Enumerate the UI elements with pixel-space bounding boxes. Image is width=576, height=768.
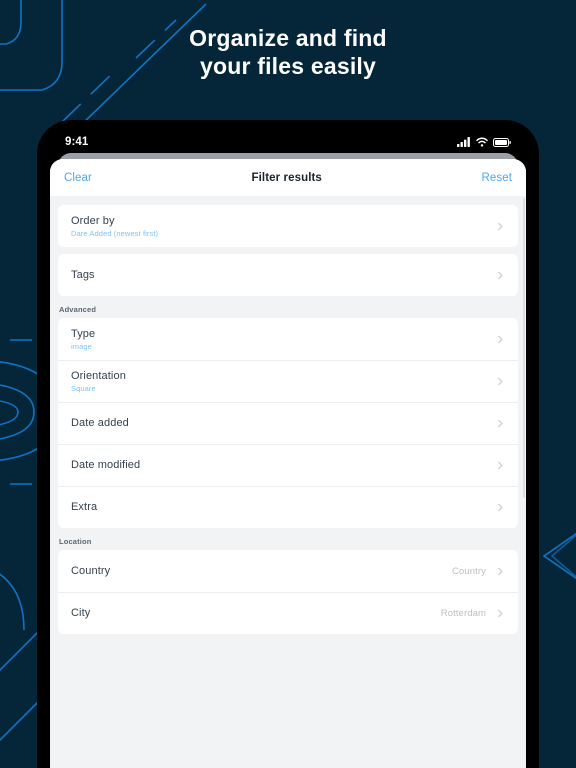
chevron-right-icon (498, 222, 503, 230)
row-texts: Type image (71, 328, 496, 351)
row-title: Orientation (71, 369, 126, 382)
row-texts: Order by Dare Added (newest first) (71, 215, 496, 238)
row-value: Country (452, 565, 486, 577)
chevron-right-icon (498, 567, 503, 575)
battery-icon (493, 137, 511, 147)
chevron-right-icon (498, 271, 503, 279)
page-title: Filter results (251, 171, 322, 184)
filter-card: Order by Dare Added (newest first) (58, 205, 518, 247)
row-title: Extra (71, 501, 98, 513)
promo-headline-line-2: your files easily (200, 53, 376, 79)
row-texts: Country (71, 565, 452, 577)
chevron-right-icon (498, 419, 503, 427)
chevron-right-icon (498, 335, 503, 343)
wifi-icon (476, 137, 488, 147)
row-title: City (71, 607, 91, 619)
filter-row-tags[interactable]: Tags (58, 254, 518, 296)
cellular-signal-icon (457, 137, 470, 147)
filter-row-extra[interactable]: Extra (58, 486, 518, 528)
filter-row-type[interactable]: Type image (58, 318, 518, 360)
section-header-location: Location (59, 537, 92, 546)
filter-card: Type image Orientation Square Date added… (58, 318, 518, 528)
section-header-advanced: Advanced (59, 305, 97, 314)
row-subtitle: Dare Added (newest first) (71, 228, 159, 238)
row-texts: Date modified (71, 459, 496, 471)
row-subtitle: Square (71, 383, 96, 393)
chevron-right-icon (498, 461, 503, 469)
row-texts: Extra (71, 501, 496, 513)
phone-screen: 9:41 Clear Filter results Reset Order by… (43, 126, 533, 768)
filter-row-city[interactable]: City Rotterdam (58, 592, 518, 634)
row-texts: City (71, 607, 441, 619)
sheet-navbar: Clear Filter results Reset (50, 159, 526, 196)
row-texts: Orientation Square (71, 370, 496, 393)
filter-results-sheet: Clear Filter results Reset Order by Dare… (50, 159, 526, 768)
promo-headline-line-1: Organize and find (189, 25, 387, 51)
row-subtitle: image (71, 341, 92, 351)
filter-card: Tags (58, 254, 518, 296)
chevron-right-icon (498, 377, 503, 385)
scrollbar[interactable] (523, 198, 525, 498)
status-bar-time: 9:41 (65, 136, 89, 148)
chevron-right-icon (498, 503, 503, 511)
reset-button[interactable]: Reset (481, 172, 512, 184)
filter-row-date-modified[interactable]: Date modified (58, 444, 518, 486)
promo-headline: Organize and find your files easily (0, 24, 576, 80)
row-title: Date modified (71, 459, 141, 471)
row-texts: Tags (71, 269, 496, 281)
row-title: Date added (71, 417, 129, 429)
row-title: Tags (71, 269, 95, 281)
filter-row-orientation[interactable]: Orientation Square (58, 360, 518, 402)
filter-card: Country Country City Rotterdam (58, 550, 518, 634)
filter-row-date-added[interactable]: Date added (58, 402, 518, 444)
row-title: Order by (71, 214, 115, 227)
phone-device-frame: 9:41 Clear Filter results Reset Order by… (37, 120, 539, 768)
chevron-right-icon (498, 609, 503, 617)
filter-row-order-by[interactable]: Order by Dare Added (newest first) (58, 205, 518, 247)
row-title: Country (71, 565, 111, 577)
status-bar-icons (457, 137, 511, 147)
clear-button[interactable]: Clear (64, 172, 92, 184)
row-value: Rotterdam (440, 607, 486, 619)
row-title: Type (71, 327, 96, 340)
row-texts: Date added (71, 417, 496, 429)
filter-row-country[interactable]: Country Country (58, 550, 518, 592)
filter-options-list[interactable]: Order by Dare Added (newest first) Tags (50, 196, 526, 768)
